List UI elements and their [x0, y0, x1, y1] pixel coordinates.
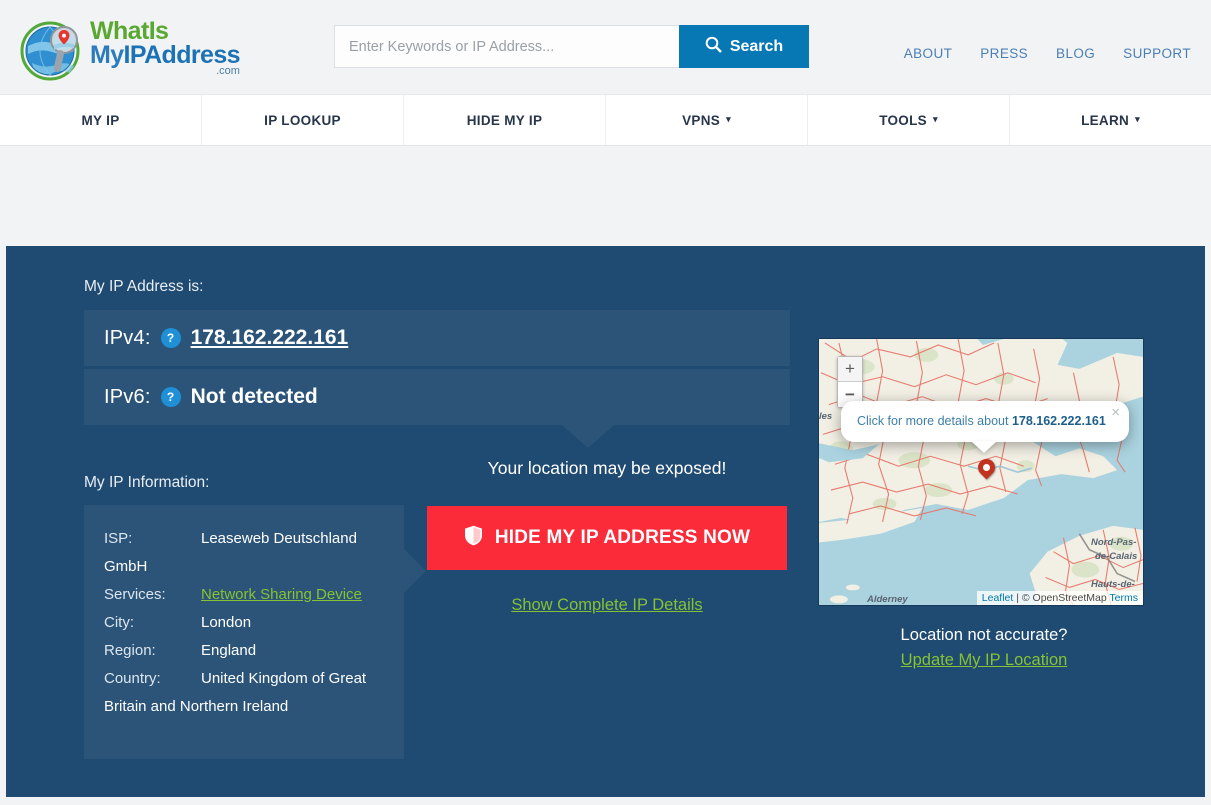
ipv6-help-icon[interactable]: ? [160, 387, 181, 407]
map-zoom-in-button[interactable]: + [838, 357, 862, 382]
search-input[interactable] [334, 25, 679, 68]
map-column: les Nord-Pas- de-Calais Hauts-de- Aldern… [818, 338, 1150, 670]
info-card-arrow [404, 549, 426, 593]
site-logo[interactable]: WhatIs MyIPAddress .com [20, 14, 241, 86]
nav-label: MY IP [81, 112, 120, 128]
ipv6-value: Not detected [190, 385, 318, 408]
leaflet-link[interactable]: Leaflet [982, 592, 1014, 604]
update-my-ip-location-link[interactable]: Update My IP Location [901, 651, 1068, 669]
location-accuracy-question: Location not accurate? [900, 626, 1068, 644]
search-button[interactable]: Search [679, 25, 809, 68]
top-link-blog[interactable]: BLOG [1056, 46, 1095, 61]
chevron-down-icon: ▾ [726, 113, 731, 124]
update-location-link-wrap: Update My IP Location [818, 651, 1150, 670]
cta-sub-link-wrap: Show Complete IP Details [427, 596, 787, 615]
map-label-nord-pas: Nord-Pas- [1091, 537, 1137, 548]
search-button-label: Search [729, 37, 784, 55]
map-popup-ip: 178.162.222.161 [1011, 414, 1106, 428]
nav-label: VPNS [682, 112, 721, 128]
show-complete-ip-details-link[interactable]: Show Complete IP Details [511, 596, 702, 614]
map-label-les: les [819, 411, 833, 422]
nav-item-hide-my-ip[interactable]: HIDE MY IP [404, 95, 606, 145]
top-utility-links: ABOUT PRESS BLOG SUPPORT [904, 46, 1191, 61]
ipv4-row: IPv4: ? 178.162.222.161 [84, 310, 790, 366]
close-icon[interactable]: × [1111, 404, 1120, 421]
osm-attribution: © OpenStreetMap [1021, 592, 1107, 604]
info-key: Region: [104, 642, 156, 659]
map-popup-text: Click for more details about [857, 414, 1009, 428]
my-ip-heading: My IP Address is: [84, 278, 204, 295]
nav-label: LEARN [1081, 112, 1130, 128]
info-value: England [201, 642, 257, 659]
info-value: London [201, 614, 252, 631]
chevron-down-icon: ▾ [1135, 113, 1140, 124]
info-value-link[interactable]: Network Sharing Device [201, 586, 362, 603]
top-link-about[interactable]: ABOUT [904, 46, 953, 61]
panel-pointer-triangle [562, 425, 614, 448]
info-key: Services: [104, 586, 166, 603]
info-row-isp: ISP: Leaseweb Deutschland GmbH [104, 525, 382, 581]
ipv4-label: IPv4: [104, 326, 151, 349]
map-location-marker-icon[interactable] [974, 455, 999, 480]
nav-label: TOOLS [879, 112, 927, 128]
info-key: Country: [104, 670, 161, 687]
hide-my-ip-button[interactable]: HIDE MY IP ADDRESS NOW [427, 506, 787, 570]
nav-label: IP LOOKUP [264, 112, 341, 128]
nav-item-tools[interactable]: TOOLS ▾ [808, 95, 1010, 145]
logo-my-text: My [90, 41, 124, 69]
info-row-services: Services: Network Sharing Device [104, 581, 382, 609]
top-link-press[interactable]: PRESS [980, 46, 1028, 61]
nav-item-learn[interactable]: LEARN ▾ [1010, 95, 1211, 145]
map-attribution: Leaflet | © OpenStreetMap Terms [976, 591, 1143, 605]
cta-column: Your location may be exposed! HIDE MY IP… [427, 458, 787, 615]
nav-item-my-ip[interactable]: MY IP [0, 95, 202, 145]
info-row-country: Country: United Kingdom of Great Britain … [104, 665, 382, 721]
terms-link[interactable]: Terms [1109, 592, 1138, 604]
ipv6-row: IPv6: ? Not detected [84, 369, 790, 425]
search-icon [705, 36, 722, 58]
content-spacer [0, 146, 1211, 245]
hide-my-ip-button-label: HIDE MY IP ADDRESS NOW [494, 527, 751, 548]
nav-item-vpns[interactable]: VPNS ▾ [606, 95, 808, 145]
ip-location-map[interactable]: les Nord-Pas- de-Calais Hauts-de- Aldern… [818, 338, 1144, 606]
main-navigation: MY IP IP LOOKUP HIDE MY IP VPNS ▾ TOOLS … [0, 94, 1211, 146]
map-label-alderney: Alderney [867, 594, 908, 605]
nav-label: HIDE MY IP [466, 112, 543, 128]
ip-information-card-wrap: ISP: Leaseweb Deutschland GmbH Services: N… [84, 505, 426, 759]
globe-logo-icon [20, 18, 84, 82]
nav-item-ip-lookup[interactable]: IP LOOKUP [202, 95, 404, 145]
top-link-support[interactable]: SUPPORT [1123, 46, 1191, 61]
info-key: City: [104, 614, 134, 631]
map-popup[interactable]: Click for more details about 178.162.222… [841, 401, 1129, 453]
map-label-de-calais: de-Calais [1095, 551, 1138, 562]
map-label-hauts-de: Hauts-de- [1091, 579, 1135, 590]
search-bar: Search [334, 25, 809, 68]
info-row-city: City: London [104, 609, 382, 637]
ipv4-value[interactable]: 178.162.222.161 [191, 326, 349, 350]
attribution-separator: | [1016, 592, 1019, 604]
shield-icon [464, 525, 483, 552]
my-ip-panel: My IP Address is: IPv4: ? 178.162.222.16… [6, 246, 1205, 797]
chevron-down-icon: ▾ [932, 113, 938, 124]
info-key: ISP: [104, 530, 133, 547]
site-header: WhatIs MyIPAddress .com Search ABOUT PRE… [0, 0, 1211, 94]
map-popup-tail [971, 441, 997, 453]
ipv6-label: IPv6: [104, 385, 151, 408]
ip-information-card: ISP: Leaseweb Deutschland GmbH Services: N… [84, 505, 404, 759]
info-row-region: Region: England [104, 637, 382, 665]
cta-headline: Your location may be exposed! [487, 458, 727, 478]
ipv4-help-icon[interactable]: ? [160, 328, 181, 348]
